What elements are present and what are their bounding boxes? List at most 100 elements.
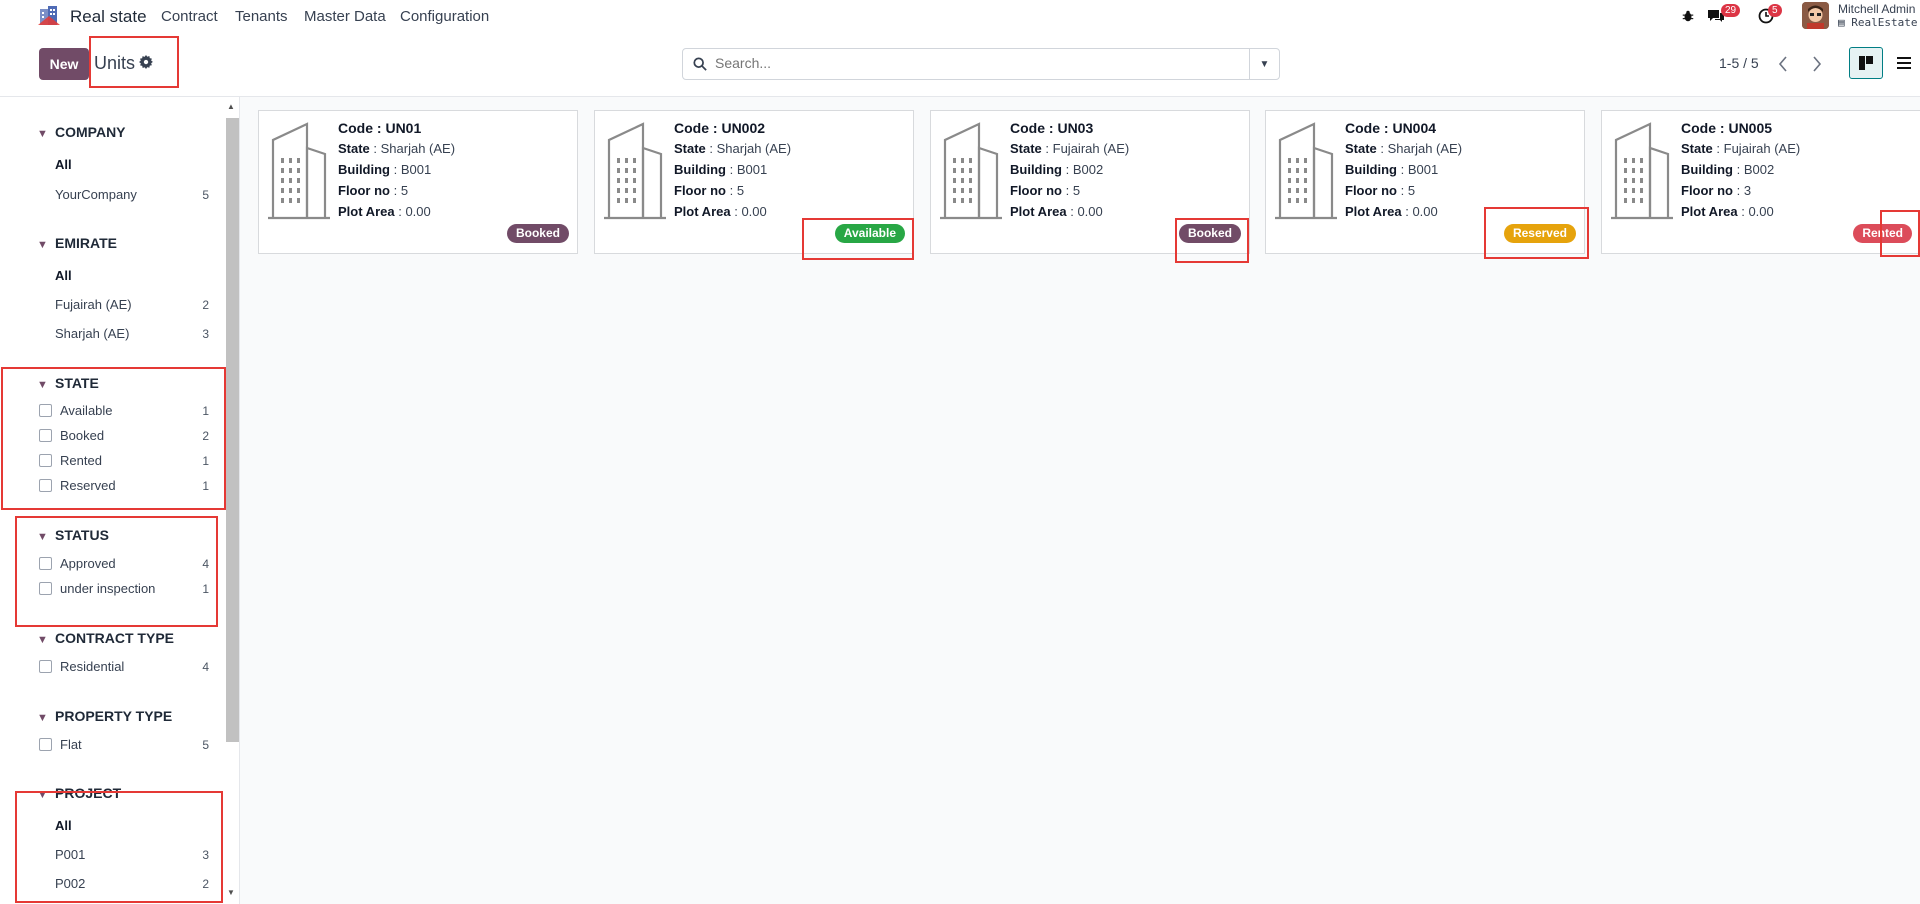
scroll-up-icon[interactable]: ▲ xyxy=(227,102,235,111)
unit-card[interactable]: Code : UN03 State : Fujairah (AE) Building… xyxy=(930,110,1250,254)
list-icon xyxy=(1897,57,1911,69)
facet-emirate-label: EMIRATE xyxy=(55,235,117,251)
chevron-right-icon[interactable] xyxy=(1812,56,1822,72)
search-input[interactable] xyxy=(715,55,1215,71)
card-building: Building : B001 xyxy=(674,162,768,177)
unit-card[interactable]: Code : UN004 State : Sharjah (AE) Building… xyxy=(1265,110,1585,254)
kanban-area: Code : UN01 State : Sharjah (AE) Building … xyxy=(240,97,1920,904)
property-flat[interactable]: Flat xyxy=(60,737,82,752)
state-reserved-checkbox[interactable] xyxy=(39,479,52,492)
facet-project-title: ▼ PROJECT xyxy=(37,785,121,801)
state-available-count: 1 xyxy=(202,404,209,418)
card-code: Code : UN002 xyxy=(674,120,766,136)
control-panel: New Units ▼ 1-5 / 5 xyxy=(0,33,1920,97)
card-building: Building : B001 xyxy=(1345,162,1439,177)
menu-configuration[interactable]: Configuration xyxy=(400,8,489,25)
sidebar-scrollbar[interactable]: ▲ ▼ xyxy=(224,100,239,900)
status-under-inspection-count: 1 xyxy=(202,582,209,596)
top-navbar: Real state Contract Tenants Master Data … xyxy=(0,0,1920,33)
facet-emirate-title: ▼ EMIRATE xyxy=(37,235,117,251)
facet-company-label: COMPANY xyxy=(55,124,126,140)
state-rented-checkbox[interactable] xyxy=(39,454,52,467)
project-p002-count: 2 xyxy=(202,877,209,891)
card-building: Building : B001 xyxy=(338,162,432,177)
unit-card[interactable]: Code : UN002 State : Sharjah (AE) Building… xyxy=(594,110,914,254)
app-logo-icon[interactable] xyxy=(37,3,61,27)
kanban-view-button[interactable] xyxy=(1849,47,1883,79)
building-icon xyxy=(1611,122,1673,220)
bug-icon[interactable] xyxy=(1681,9,1695,23)
facet-company-title: ▼ COMPANY xyxy=(37,124,126,140)
contract-residential[interactable]: Residential xyxy=(60,659,124,674)
state-available[interactable]: Available xyxy=(60,403,113,418)
state-rented[interactable]: Rented xyxy=(60,453,102,468)
card-plot-area: Plot Area : 0.00 xyxy=(338,204,431,219)
card-building: Building : B002 xyxy=(1681,162,1775,177)
pager-value[interactable]: 1-5 / 5 xyxy=(1719,55,1759,71)
kanban-icon xyxy=(1859,56,1873,70)
card-state: State : Sharjah (AE) xyxy=(1345,141,1463,156)
state-booked[interactable]: Booked xyxy=(60,428,104,443)
status-approved-checkbox[interactable] xyxy=(39,557,52,570)
menu-contract[interactable]: Contract xyxy=(161,8,218,25)
building-icon xyxy=(604,122,666,220)
status-under-inspection[interactable]: under inspection xyxy=(60,581,155,596)
list-view-button[interactable] xyxy=(1887,47,1920,79)
filter-icon: ▼ xyxy=(37,531,48,543)
card-code: Code : UN03 xyxy=(1010,120,1094,136)
menu-master-data[interactable]: Master Data xyxy=(304,8,386,25)
emirate-sharjah-count: 3 xyxy=(202,327,209,341)
facet-state-label: STATE xyxy=(55,375,99,391)
menu-tenants[interactable]: Tenants xyxy=(235,8,288,25)
scroll-down-icon[interactable]: ▼ xyxy=(227,888,235,897)
scroll-thumb[interactable] xyxy=(226,118,239,742)
gear-icon[interactable] xyxy=(139,55,153,69)
state-booked-checkbox[interactable] xyxy=(39,429,52,442)
filter-icon: ▼ xyxy=(37,789,48,801)
search-panel-sidebar xyxy=(22,97,240,904)
project-p001[interactable]: P001 xyxy=(55,847,85,862)
project-all[interactable]: All xyxy=(55,818,72,833)
chevron-left-icon[interactable] xyxy=(1778,56,1788,72)
property-flat-checkbox[interactable] xyxy=(39,738,52,751)
caret-down-icon: ▼ xyxy=(1259,58,1270,70)
state-reserved-count: 1 xyxy=(202,479,209,493)
user-name[interactable]: Mitchell Admin xyxy=(1838,2,1915,16)
card-state: State : Sharjah (AE) xyxy=(338,141,456,156)
company-yourcompany[interactable]: YourCompany xyxy=(55,187,137,202)
state-available-checkbox[interactable] xyxy=(39,404,52,417)
facet-state-title: ▼ STATE xyxy=(37,375,99,391)
project-p002[interactable]: P002 xyxy=(55,876,85,891)
search-options-toggle[interactable]: ▼ xyxy=(1249,49,1279,79)
status-approved[interactable]: Approved xyxy=(60,556,116,571)
project-p001-count: 3 xyxy=(202,848,209,862)
emirate-sharjah[interactable]: Sharjah (AE) xyxy=(55,326,129,341)
database-name: ▤ RealEstate xyxy=(1838,16,1918,29)
company-yourcompany-count: 5 xyxy=(202,188,209,202)
card-building: Building : B002 xyxy=(1010,162,1104,177)
activities-badge: 5 xyxy=(1768,4,1782,17)
card-floor: Floor no : 3 xyxy=(1681,183,1752,198)
state-tag: Reserved xyxy=(1503,224,1576,243)
emirate-fujairah[interactable]: Fujairah (AE) xyxy=(55,297,132,312)
emirate-all[interactable]: All xyxy=(55,268,72,283)
state-reserved[interactable]: Reserved xyxy=(60,478,116,493)
new-button[interactable]: New xyxy=(39,48,89,80)
company-all[interactable]: All xyxy=(55,157,72,172)
messages-badge: 29 xyxy=(1721,4,1741,17)
database-label: RealEstate xyxy=(1851,16,1918,29)
card-plot-area: Plot Area : 0.00 xyxy=(1681,204,1774,219)
unit-card[interactable]: Code : UN01 State : Sharjah (AE) Building … xyxy=(258,110,578,254)
user-avatar[interactable] xyxy=(1802,2,1829,29)
unit-card[interactable]: Code : UN005 State : Fujairah (AE) Buildin… xyxy=(1601,110,1920,254)
status-approved-count: 4 xyxy=(202,557,209,571)
building-icon xyxy=(1275,122,1337,220)
filter-icon: ▼ xyxy=(37,239,48,251)
app-name[interactable]: Real state xyxy=(70,7,147,27)
facet-property-type-label: PROPERTY TYPE xyxy=(55,708,173,724)
page-title: Units xyxy=(94,53,136,73)
status-under-inspection-checkbox[interactable] xyxy=(39,582,52,595)
emirate-fujairah-count: 2 xyxy=(202,298,209,312)
contract-residential-checkbox[interactable] xyxy=(39,660,52,673)
facet-status-title: ▼ STATUS xyxy=(37,527,109,543)
